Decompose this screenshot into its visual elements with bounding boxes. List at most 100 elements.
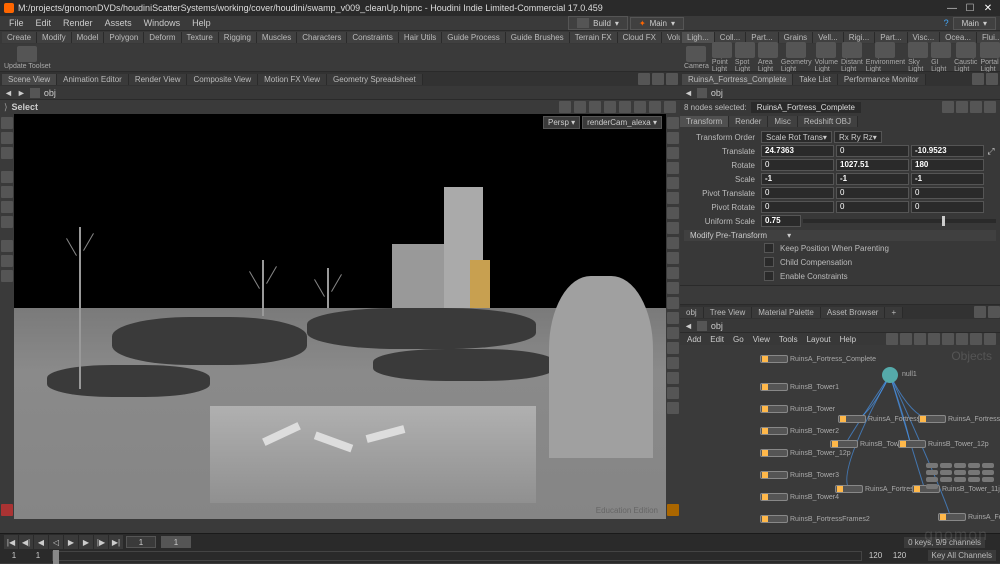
move-tool-icon[interactable] [1,171,13,183]
param-tab-transform[interactable]: Transform [680,116,729,127]
network-node[interactable]: RuinsB_Tower4 [760,493,839,501]
snap-multi-icon[interactable] [604,101,616,113]
desktop-dropdown[interactable]: ✦Main▾ [630,17,684,30]
net-menu-add[interactable]: Add [684,335,704,344]
node-name-field[interactable]: RuinsA_Fortress_Complete [751,102,861,113]
lasso-tool-icon[interactable] [1,132,13,144]
wireframe-icon[interactable] [667,342,679,354]
shelf-tool-gi-light[interactable]: GI Light [931,42,951,73]
network-node[interactable]: RuinsB_Tower_12p [760,449,851,457]
network-node[interactable]: RuinsB_Tower_12p [898,440,989,448]
camera-dropdown[interactable]: renderCam_alexa ▾ [582,116,662,129]
home-icon[interactable] [697,88,707,98]
net-menu-tools[interactable]: Tools [776,335,801,344]
pane-menu-icon[interactable] [986,73,998,85]
shelf-tab[interactable]: Cloud FX [618,32,662,43]
maximize-button[interactable]: ☐ [962,1,978,15]
param-tab-redshift[interactable]: Redshift OBJ [798,116,858,127]
pin-icon[interactable] [972,73,984,85]
nav-back-icon[interactable]: ◄ [4,88,13,98]
modify-pretransform-dropdown[interactable]: Modify Pre-Transform▾ [684,230,996,241]
safe-area-icon[interactable] [667,177,679,189]
shelf-tool-geo-light[interactable]: Geometry Light [781,42,812,73]
shelf-tab[interactable]: Guide Brushes [506,32,570,43]
pane-tab-anim-editor[interactable]: Animation Editor [57,74,129,85]
timeline-ruler[interactable] [52,551,862,561]
shelf-tab[interactable]: Constraints [347,32,398,43]
keys-info[interactable]: 0 keys, 9/9 channels [904,537,985,548]
nav-back-icon[interactable]: ◄ [684,321,693,331]
inspect-icon[interactable] [1,270,13,282]
net-grid-icon[interactable] [914,333,926,345]
shaded-icon[interactable] [667,312,679,324]
net-menu-go[interactable]: Go [730,335,747,344]
shelf-tab[interactable]: Guide Process [442,32,505,43]
info-icon[interactable] [984,101,996,113]
net-menu-help[interactable]: Help [837,335,859,344]
shelf-tool-spot-light[interactable]: Spot Light [735,42,755,73]
render-region-icon[interactable] [1,240,13,252]
desktop-dropdown-right[interactable]: Main▾ [953,17,996,30]
nav-fwd-icon[interactable]: ► [17,88,26,98]
profile-icon[interactable] [667,282,679,294]
network-node[interactable]: RuinsB_Tower [760,405,835,413]
help-icon[interactable] [956,101,968,113]
display-opts-icon[interactable] [667,504,679,516]
shelf-tool-env-light[interactable]: Environment Light [866,42,905,73]
range-start[interactable]: 1 [4,551,24,560]
net-freeze-icon[interactable] [970,333,982,345]
snapshot-icon[interactable] [1,255,13,267]
pane-tab-perfmon[interactable]: Performance Monitor [838,74,926,85]
pane-menu-icon[interactable] [988,306,1000,318]
menu-file[interactable]: File [4,18,29,28]
shelf-tab[interactable]: Characters [297,32,347,43]
pin-icon[interactable] [974,306,986,318]
keep-pos-checkbox[interactable] [764,243,774,253]
shelf-tool-distant-light[interactable]: Distant Light [841,42,863,73]
pane-tab-motionfx-view[interactable]: Motion FX View [258,74,327,85]
background-icon[interactable] [667,162,679,174]
display-icon[interactable] [664,101,676,113]
net-palette-icon[interactable] [928,333,940,345]
rotate-order-dropdown[interactable]: Rx Ry Rz ▾ [834,131,882,143]
next-frame-button[interactable]: ▶ [79,535,93,549]
menu-edit[interactable]: Edit [31,18,57,28]
net-list-icon[interactable] [900,333,912,345]
shelf-tool-area-light[interactable]: Area Light [758,42,778,73]
net-menu-edit[interactable]: Edit [707,335,727,344]
field-guide-icon[interactable] [667,192,679,204]
range-end2[interactable]: 120 [890,551,910,560]
play-backward-button[interactable]: ◁ [49,535,63,549]
minimize-button[interactable]: — [944,1,960,15]
scale-x-input[interactable]: -1 [761,173,834,185]
pin-icon[interactable] [638,73,650,85]
point-number-icon[interactable] [667,222,679,234]
shelf-tab[interactable]: Terrain FX [570,32,618,43]
menu-render[interactable]: Render [58,18,98,28]
uniform-scale-input[interactable]: 0.75 [761,215,801,227]
viewport[interactable]: Persp ▾ renderCam_alexa ▾ Education Edit… [14,114,666,519]
search-icon[interactable] [970,101,982,113]
param-tab-misc[interactable]: Misc [768,116,797,127]
param-tab-render[interactable]: Render [729,116,768,127]
construction-icon[interactable] [649,101,661,113]
shelf-tab[interactable]: Modify [37,32,72,43]
play-forward-button[interactable]: ▶ [64,535,78,549]
shelf-tab[interactable]: Create [2,32,37,43]
shelf-tab[interactable]: Hair Utils [399,32,442,43]
display-options-icon[interactable] [667,117,679,129]
pivot-rx-input[interactable]: 0 [761,201,834,213]
prim-normal-icon[interactable] [667,267,679,279]
enable-constraints-checkbox[interactable] [764,271,774,281]
snap-point-icon[interactable] [589,101,601,113]
gear-icon[interactable] [942,101,954,113]
shelf-tab[interactable]: Rigging [219,32,257,43]
nav-back-icon[interactable]: ◄ [684,88,693,98]
net-wrench-icon[interactable] [886,333,898,345]
pose-tool-icon[interactable] [1,216,13,228]
network-tab-tree[interactable]: Tree View [704,307,753,318]
ref-plane-icon[interactable] [667,132,679,144]
snap-curve-icon[interactable] [574,101,586,113]
shelf-tool-volume-light[interactable]: Volume Light [815,42,838,73]
range-end[interactable]: 120 [866,551,886,560]
